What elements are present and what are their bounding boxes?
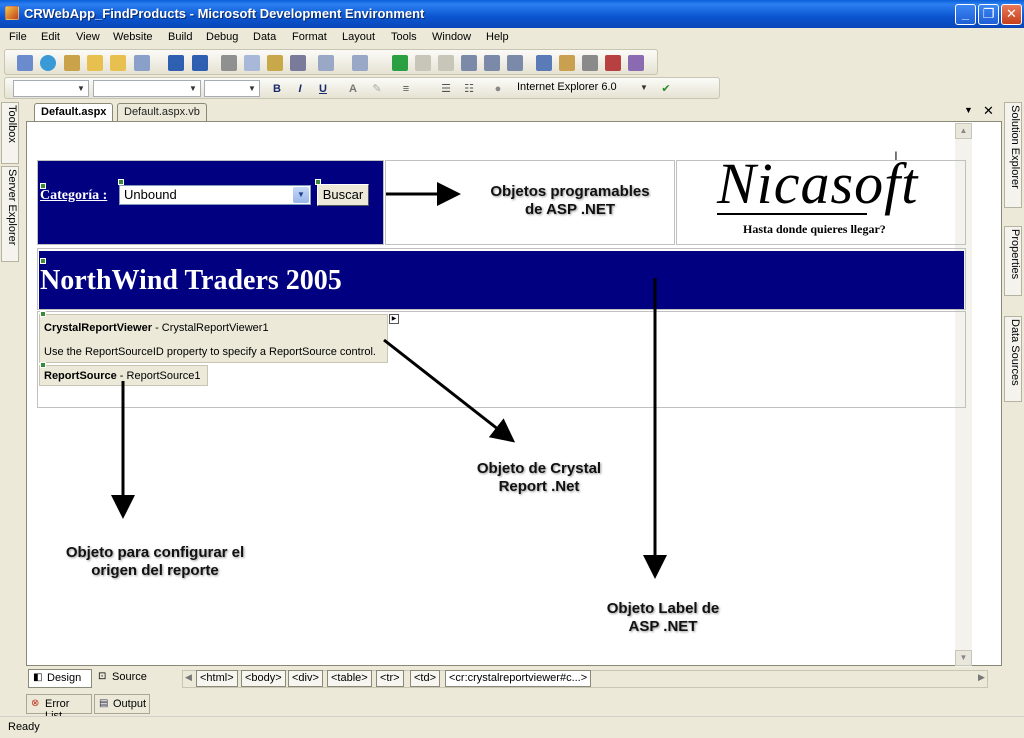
tag-body[interactable]: <body> — [241, 670, 286, 687]
arrow-crystal — [383, 338, 516, 443]
source-view-button[interactable]: ⊡ Source — [94, 669, 156, 688]
design-view-button[interactable]: ◧ Design — [28, 669, 92, 688]
tag-table[interactable]: <table> — [327, 670, 372, 687]
tab-error-list[interactable]: ⊗ Error List — [26, 694, 92, 722]
status-text: Ready — [8, 721, 40, 733]
tag-td[interactable]: <td> — [410, 670, 441, 687]
design-icon: ◧ — [33, 672, 43, 683]
design-view-label: Design — [47, 672, 82, 684]
source-icon: ⊡ — [98, 671, 107, 682]
nav-left-icon[interactable]: ◀ — [185, 672, 192, 683]
tag-html[interactable]: <html> — [196, 670, 238, 687]
note-report-source: Objeto para configurar el origen del rep… — [65, 544, 245, 579]
status-bar: Ready — [0, 716, 1024, 738]
source-view-label: Source — [112, 671, 147, 683]
tab-output[interactable]: ▤ Output — [94, 694, 150, 714]
nav-right-icon[interactable]: ▶ — [978, 672, 985, 683]
tag-tr[interactable]: <tr> — [376, 670, 404, 687]
note-label: Objeto Label de ASP .NET — [606, 600, 720, 635]
output-label: Output — [113, 698, 147, 710]
annotation-arrows — [111, 182, 667, 579]
note-crystal: Objeto de Crystal Report .Net — [476, 460, 602, 495]
tag-div[interactable]: <div> — [288, 670, 323, 687]
note-asp-objects: Objetos programables de ASP .NET — [490, 183, 650, 218]
tag-crystalreportviewer[interactable]: <cr:crystalreportviewer#c...> — [445, 670, 592, 687]
output-pane-tabs: ⊗ Error List ▤ Output — [24, 694, 1004, 722]
output-icon: ▤ — [99, 698, 109, 709]
error-list-icon: ⊗ — [31, 698, 40, 709]
view-switcher-bar: ◧ Design ⊡ Source ◀ ▶ <html> <body> <div… — [26, 667, 1002, 691]
